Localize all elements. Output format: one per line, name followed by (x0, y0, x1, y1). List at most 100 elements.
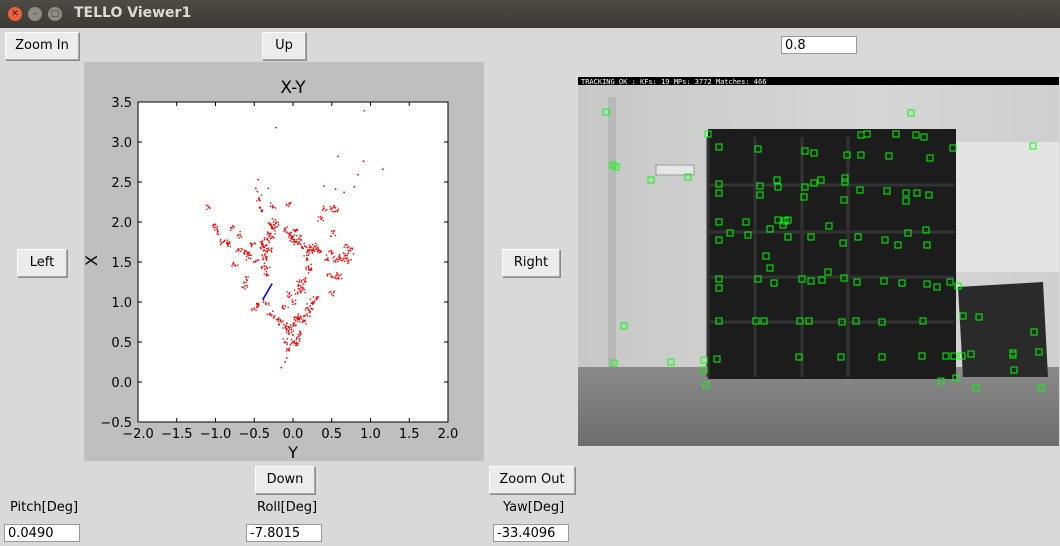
map-point (337, 276, 340, 279)
map-point (232, 225, 235, 227)
map-point (309, 250, 311, 252)
map-point (276, 318, 279, 321)
y-tick-label: 0.0 (111, 376, 132, 391)
map-point (307, 268, 310, 271)
map-point (243, 252, 246, 255)
map-point (262, 299, 265, 302)
map-point (245, 255, 248, 258)
map-point (304, 280, 307, 282)
map-point (295, 239, 298, 241)
map-point (337, 155, 339, 158)
scale-input[interactable]: 0.8 (781, 36, 857, 54)
map-point (244, 288, 247, 290)
map-point (297, 229, 299, 231)
map-point (316, 296, 318, 298)
map-point (309, 298, 312, 301)
map-point (259, 199, 261, 201)
map-point (277, 320, 280, 323)
map-point (291, 300, 294, 303)
x-axis-label: Y (287, 443, 298, 461)
map-point (303, 288, 306, 291)
map-point (332, 252, 334, 254)
map-point (326, 208, 328, 211)
map-point (294, 229, 297, 231)
map-point (250, 245, 253, 248)
map-point (319, 215, 322, 218)
map-point (262, 243, 265, 246)
map-point (235, 250, 237, 253)
map-point (262, 301, 265, 304)
map-point (262, 256, 264, 258)
map-point (298, 237, 301, 239)
map-point (274, 207, 277, 209)
map-point (333, 276, 335, 279)
camera-view: TRACKING OK : KFs: 19 MPs: 3772 Matches:… (578, 77, 1059, 446)
close-window-button[interactable]: ✕ (8, 7, 22, 21)
map-point (302, 278, 305, 281)
map-point (298, 288, 301, 290)
map-point (310, 302, 313, 305)
y-tick-label: 3.0 (111, 136, 132, 151)
map-point (285, 203, 288, 205)
map-point (266, 249, 269, 252)
map-point (223, 239, 226, 242)
map-point (313, 249, 315, 252)
roll-value-field[interactable]: -7.8015 (246, 524, 322, 542)
map-point (227, 243, 230, 245)
minimize-window-button[interactable]: – (28, 7, 42, 21)
map-point (294, 302, 297, 305)
map-point (336, 210, 339, 212)
map-point (299, 331, 302, 333)
map-point (274, 230, 276, 232)
map-point (322, 205, 325, 208)
map-point (293, 322, 296, 324)
map-point (263, 249, 266, 251)
yaw-value-field[interactable]: -33.4096 (493, 524, 569, 542)
map-point (300, 235, 302, 237)
map-point (247, 251, 249, 254)
map-point (291, 334, 294, 337)
map-point (270, 202, 272, 204)
maximize-window-button[interactable]: □ (48, 7, 62, 21)
map-point (298, 335, 300, 337)
zoom-out-button[interactable]: Zoom Out (489, 466, 575, 494)
x-tick-label: −1.0 (200, 427, 232, 442)
map-point (334, 234, 337, 237)
map-point (307, 266, 310, 269)
map-point (305, 251, 308, 254)
map-point (252, 261, 255, 263)
map-point (257, 303, 260, 306)
map-point (287, 330, 290, 333)
map-point (260, 194, 263, 196)
map-point (258, 197, 261, 199)
zoom-in-button[interactable]: Zoom In (5, 32, 79, 60)
up-button[interactable]: Up (262, 32, 306, 60)
right-button[interactable]: Right (502, 249, 560, 277)
map-point (309, 315, 311, 317)
down-button[interactable]: Down (255, 466, 315, 494)
map-point (363, 109, 366, 112)
map-point (326, 274, 328, 276)
x-tick-label: −0.5 (238, 427, 270, 442)
map-point (265, 274, 267, 277)
left-button[interactable]: Left (17, 249, 67, 277)
map-point (283, 308, 285, 310)
map-point (333, 255, 336, 258)
map-point (284, 227, 287, 229)
map-point (266, 233, 269, 236)
map-point (357, 173, 359, 176)
map-point (298, 242, 300, 245)
shelf (708, 129, 956, 379)
map-point (228, 240, 231, 243)
map-point (285, 350, 288, 352)
map-point (302, 319, 305, 322)
map-point (306, 313, 308, 315)
map-point (212, 226, 215, 229)
map-point (308, 311, 311, 314)
map-point (239, 250, 242, 253)
map-point (274, 233, 276, 235)
pitch-value-field[interactable]: 0.0490 (4, 524, 80, 542)
map-point (253, 308, 255, 311)
map-point (274, 315, 276, 317)
map-point (219, 243, 222, 246)
